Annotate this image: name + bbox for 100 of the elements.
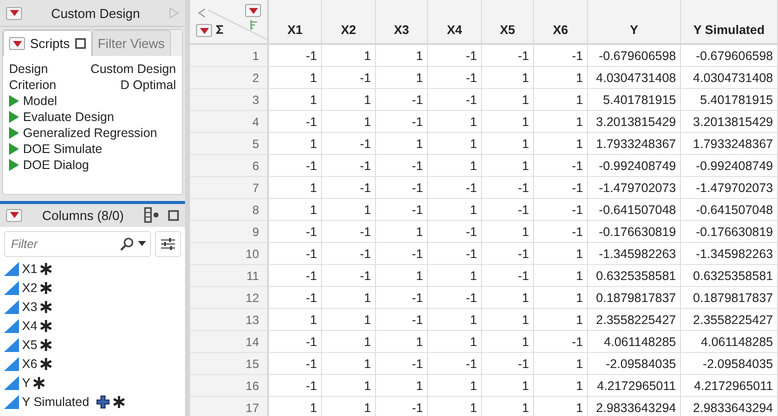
table-cell: 1 <box>482 375 534 397</box>
table-cell: 1 <box>269 89 322 111</box>
row-number: 3 <box>190 89 269 111</box>
play-icon[interactable] <box>9 143 19 156</box>
table-cell: -1 <box>534 155 588 177</box>
row-number: 1 <box>190 45 269 67</box>
table-cell: 1 <box>534 133 588 155</box>
continuous-icon <box>4 300 19 314</box>
filter-options-button[interactable] <box>155 230 181 257</box>
checkbox-icon[interactable] <box>74 38 86 50</box>
table-cell: -1 <box>376 287 428 309</box>
table-cell: 5.401781915 <box>588 89 681 111</box>
table-cell: -0.641507048 <box>588 199 681 221</box>
column-name[interactable]: X4 <box>22 319 38 334</box>
table-cell: -2.09584035 <box>681 353 778 375</box>
table-cell: 1 <box>269 67 322 89</box>
column-header[interactable]: X5 <box>482 0 534 45</box>
continuous-icon <box>4 319 19 334</box>
table-cell: -1 <box>428 287 482 309</box>
column-name[interactable]: X1 <box>22 262 38 276</box>
table-cell: 1 <box>482 397 534 416</box>
play-icon[interactable] <box>9 127 19 140</box>
panel-title: Columns (8/0) <box>41 208 125 223</box>
play-icon[interactable] <box>9 95 19 108</box>
table-cell: -1 <box>269 45 322 67</box>
table-cell: -1 <box>428 221 482 243</box>
play-icon[interactable] <box>9 159 19 172</box>
table-cell: 0.1879817837 <box>681 287 778 309</box>
column-header[interactable]: X4 <box>428 0 482 45</box>
table-cell: 1 <box>534 243 588 265</box>
row-number: 12 <box>190 287 269 309</box>
table-cell: -1 <box>428 243 482 265</box>
table-cell: 1 <box>376 45 428 67</box>
table-cell: 3.2013815429 <box>588 111 681 133</box>
column-header[interactable]: Y Simulated <box>681 0 778 45</box>
row-number: 5 <box>190 133 269 155</box>
table-cell: -1 <box>269 111 322 133</box>
table-cell: 1 <box>322 309 376 331</box>
script-link[interactable]: Generalized Regression <box>23 126 158 140</box>
table-cell: 1.7933248367 <box>588 133 681 155</box>
table-cell: 4.061148285 <box>588 331 681 353</box>
search-icon[interactable] <box>120 236 134 251</box>
column-name[interactable]: Y <box>22 376 30 390</box>
table-cell: 2.9833643294 <box>681 397 778 416</box>
table-cell: 1 <box>322 199 376 221</box>
table-cell: -1 <box>322 133 376 155</box>
collapse-icon[interactable] <box>198 8 206 18</box>
table-cell: -1 <box>376 89 428 111</box>
dropdown-icon[interactable] <box>138 241 146 246</box>
row-number: 17 <box>190 397 269 416</box>
sigma-icon[interactable] <box>216 25 224 34</box>
table-cell: -1 <box>376 155 428 177</box>
column-name[interactable]: X5 <box>22 338 38 352</box>
table-cell: -1 <box>482 177 534 199</box>
asterisk-icon <box>40 263 52 276</box>
sort-icon[interactable] <box>250 20 258 30</box>
caret-icon <box>200 28 208 34</box>
script-link[interactable]: Model <box>23 94 58 108</box>
tab[interactable]: Scripts <box>3 30 92 56</box>
table-cell: 1 <box>428 111 482 133</box>
table-cell: -1 <box>269 265 322 287</box>
row-number: 2 <box>190 67 269 89</box>
table-cell: 1 <box>269 309 322 331</box>
column-header[interactable]: X3 <box>376 0 428 45</box>
table-cell: -1 <box>482 353 534 375</box>
table-cell: 2.9833643294 <box>588 397 681 416</box>
column-header[interactable]: X6 <box>534 0 588 45</box>
table-cell: 4.2172965011 <box>681 375 778 397</box>
table-cell: 1 <box>428 155 482 177</box>
table-cell: 0.6325358581 <box>681 265 778 287</box>
menu-button[interactable] <box>6 208 22 222</box>
table-cell: 4.0304731408 <box>681 67 778 89</box>
asterisk-icon <box>33 377 46 390</box>
menu-button[interactable] <box>6 6 22 20</box>
filter-field[interactable]: Filter <box>4 230 151 257</box>
table-cell: 1 <box>322 375 376 397</box>
table-cell: 1 <box>269 397 322 416</box>
info-label: Design <box>9 62 48 76</box>
column-header[interactable]: X2 <box>322 0 376 45</box>
row-number: 15 <box>190 353 269 375</box>
column-name[interactable]: X6 <box>22 357 38 372</box>
play-icon[interactable] <box>9 111 19 124</box>
table-cell: 1 <box>534 67 588 89</box>
table-cell: 1 <box>534 397 588 416</box>
script-link[interactable]: DOE Simulate <box>23 142 102 156</box>
column-header[interactable]: X1 <box>269 0 322 45</box>
table-cell: -1 <box>322 265 376 287</box>
checkbox-icon[interactable] <box>168 210 179 221</box>
asterisk-icon <box>40 358 52 370</box>
column-header[interactable]: Y <box>588 0 681 45</box>
script-link[interactable]: Evaluate Design <box>23 110 114 124</box>
column-name[interactable]: X3 <box>22 300 38 314</box>
script-link[interactable]: DOE Dialog <box>23 158 89 172</box>
caret-icon <box>248 8 258 14</box>
column-name[interactable]: X2 <box>22 281 38 296</box>
asterisk-icon <box>113 396 126 408</box>
table-cell: -1 <box>428 89 482 111</box>
column-name[interactable]: Y Simulated <box>22 395 90 410</box>
asterisk-icon <box>40 282 52 294</box>
table-cell: -1 <box>322 243 376 265</box>
